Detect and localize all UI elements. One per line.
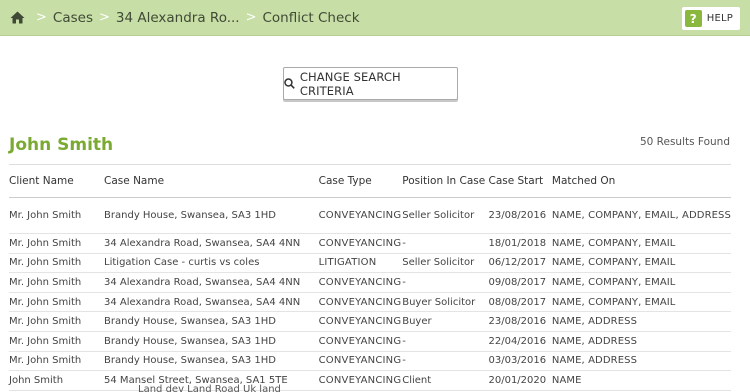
- table-row[interactable]: Mr. John Smith Brandy House, Swansea, SA…: [9, 311, 731, 332]
- cell-case-type: CONVEYANCING: [318, 351, 403, 372]
- breadcrumb: > Cases > 34 Alexandra Ro... > Conflict …: [10, 10, 360, 26]
- column-header-position[interactable]: Position In Case: [402, 164, 489, 198]
- table-row[interactable]: Mr. John Smith 34 Alexandra Road, Swanse…: [9, 233, 731, 254]
- cell-case-name[interactable]: Brandy House, Swansea, SA3 1HD: [104, 351, 319, 372]
- column-header-client-name[interactable]: Client Name: [9, 164, 105, 198]
- cell-case-name[interactable]: 34 Alexandra Road, Swansea, SA4 4NN: [104, 272, 319, 293]
- cell-case-type: CONVEYANCING: [318, 331, 403, 352]
- results-count: 50 Results Found: [639, 136, 730, 148]
- table-row[interactable]: Mr. John Smith Brandy House, Swansea, SA…: [9, 197, 731, 234]
- partial-table-row-case-name[interactable]: Land dev Land Road Uk land: [138, 384, 281, 392]
- cell-case-start: 18/01/2018: [488, 233, 552, 254]
- cell-case-start: 22/04/2016: [488, 331, 552, 352]
- cell-matched-on: NAME, COMPANY, EMAIL, ADDRESS: [551, 197, 731, 234]
- cell-position: Client: [402, 370, 489, 391]
- help-label: HELP: [706, 13, 733, 24]
- table-row[interactable]: Mr. John Smith 34 Alexandra Road, Swanse…: [9, 272, 731, 293]
- breadcrumb-cases[interactable]: Cases: [53, 10, 93, 26]
- cell-case-start: 08/08/2017: [488, 292, 552, 313]
- table-row[interactable]: John Smith 54 Mansel Street, Swansea, SA…: [9, 370, 731, 391]
- column-header-matched-on[interactable]: Matched On: [551, 164, 731, 198]
- cell-matched-on: NAME, COMPANY, EMAIL: [551, 233, 731, 254]
- cell-case-start: 06/12/2017: [488, 253, 552, 274]
- cell-case-name[interactable]: Brandy House, Swansea, SA3 1HD: [104, 331, 319, 352]
- table-row[interactable]: Mr. John Smith 34 Alexandra Road, Swanse…: [9, 292, 731, 313]
- top-bar: > Cases > 34 Alexandra Ro... > Conflict …: [0, 0, 750, 36]
- search-icon: [284, 78, 295, 89]
- cell-case-type: CONVEYANCING: [318, 272, 403, 293]
- cell-position: Buyer Solicitor: [402, 292, 489, 313]
- cell-case-type: CONVEYANCING: [318, 370, 403, 391]
- cell-case-type: LITIGATION: [318, 253, 403, 274]
- column-header-case-start[interactable]: Case Start: [488, 164, 552, 198]
- home-icon[interactable]: [10, 11, 26, 25]
- cell-case-name[interactable]: Brandy House, Swansea, SA3 1HD: [104, 197, 319, 234]
- table-row[interactable]: Mr. John Smith Brandy House, Swansea, SA…: [9, 331, 731, 352]
- breadcrumb-conflict-check: Conflict Check: [262, 9, 360, 26]
- results-table: Client Name Case Name Case Type Position…: [9, 164, 731, 391]
- column-header-case-type[interactable]: Case Type: [318, 164, 403, 198]
- cell-case-type: CONVEYANCING: [318, 292, 403, 313]
- cell-client-name[interactable]: Mr. John Smith: [9, 311, 105, 332]
- help-button[interactable]: ? HELP: [681, 7, 740, 30]
- table-row[interactable]: Mr. John Smith Brandy House, Swansea, SA…: [9, 351, 731, 372]
- cell-client-name[interactable]: John Smith: [9, 370, 105, 391]
- cell-position: Seller Solicitor: [402, 253, 489, 274]
- cell-position: -: [402, 331, 489, 352]
- breadcrumb-separator: >: [36, 10, 47, 25]
- cell-matched-on: NAME, ADDRESS: [551, 351, 731, 372]
- cell-case-type: CONVEYANCING: [318, 233, 403, 254]
- cell-client-name[interactable]: Mr. John Smith: [9, 272, 105, 293]
- cell-client-name[interactable]: Mr. John Smith: [9, 292, 105, 313]
- cell-position: -: [402, 233, 489, 254]
- cell-case-name[interactable]: Brandy House, Swansea, SA3 1HD: [104, 311, 319, 332]
- client-name-heading: John Smith: [9, 135, 114, 155]
- cell-matched-on: NAME, ADDRESS: [551, 311, 731, 332]
- cell-matched-on: NAME, COMPANY, EMAIL: [551, 272, 731, 293]
- cell-position: Seller Solicitor: [402, 197, 489, 234]
- search-button-label: CHANGE SEARCH CRITERIA: [299, 69, 401, 98]
- cell-case-start: 20/01/2020: [488, 370, 552, 391]
- cell-case-name[interactable]: 34 Alexandra Road, Swansea, SA4 4NN: [104, 292, 319, 313]
- breadcrumb-separator: >: [245, 10, 257, 25]
- cell-matched-on: NAME, COMPANY, EMAIL: [551, 253, 731, 274]
- cell-position: -: [402, 351, 489, 372]
- cell-case-start: 03/03/2016: [488, 351, 552, 372]
- column-header-case-name[interactable]: Case Name: [104, 164, 319, 198]
- cell-case-start: 23/08/2016: [488, 311, 552, 332]
- cell-client-name[interactable]: Mr. John Smith: [9, 233, 105, 254]
- cell-case-start: 23/08/2016: [488, 197, 552, 234]
- cell-position: Buyer: [402, 311, 489, 332]
- help-icon: ?: [684, 10, 702, 27]
- cell-client-name[interactable]: Mr. John Smith: [9, 253, 105, 274]
- breadcrumb-case[interactable]: 34 Alexandra Ro...: [116, 10, 240, 26]
- cell-case-type: CONVEYANCING: [318, 197, 403, 234]
- cell-case-start: 09/08/2017: [488, 272, 552, 293]
- cell-client-name[interactable]: Mr. John Smith: [9, 351, 105, 372]
- breadcrumb-separator: >: [98, 10, 110, 25]
- cell-client-name[interactable]: Mr. John Smith: [9, 331, 105, 352]
- change-search-criteria-button[interactable]: CHANGE SEARCH CRITERIA: [283, 67, 458, 100]
- cell-case-name[interactable]: 34 Alexandra Road, Swansea, SA4 4NN: [104, 233, 319, 254]
- cell-case-type: CONVEYANCING: [318, 311, 403, 332]
- cell-client-name[interactable]: Mr. John Smith: [9, 197, 105, 234]
- cell-matched-on: NAME, COMPANY, EMAIL: [551, 292, 731, 313]
- cell-position: -: [402, 272, 489, 293]
- cell-matched-on: NAME: [551, 370, 731, 391]
- cell-case-name[interactable]: Litigation Case - curtis vs coles: [104, 253, 319, 274]
- table-row[interactable]: Mr. John Smith Litigation Case - curtis …: [9, 253, 731, 274]
- cell-matched-on: NAME, ADDRESS: [551, 331, 731, 352]
- table-header-row: Client Name Case Name Case Type Position…: [9, 164, 731, 198]
